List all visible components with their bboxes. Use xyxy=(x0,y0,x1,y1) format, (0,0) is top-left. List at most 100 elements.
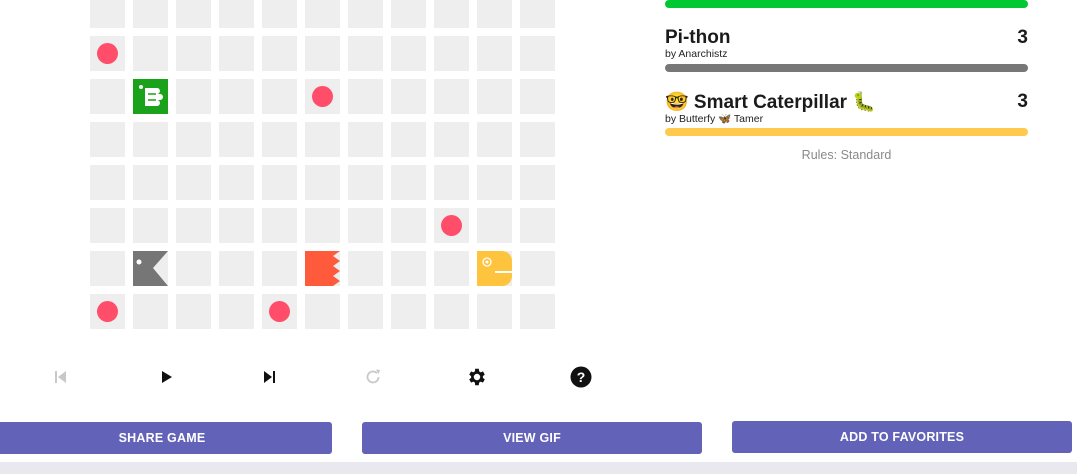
board-cell xyxy=(176,208,211,243)
board-cell xyxy=(219,251,254,286)
board-cell xyxy=(520,251,555,286)
board-cell xyxy=(176,251,211,286)
board-cell xyxy=(176,294,211,329)
board-cell xyxy=(219,165,254,200)
board-cell xyxy=(520,294,555,329)
board-cell xyxy=(520,208,555,243)
board-cell xyxy=(434,36,469,71)
board-cell xyxy=(520,165,555,200)
board-cell xyxy=(219,294,254,329)
skip-to-first-icon[interactable] xyxy=(44,360,78,394)
rules-label: Rules: Standard xyxy=(801,148,892,162)
food-pellet xyxy=(312,86,333,107)
board-cell xyxy=(305,165,340,200)
board-cell xyxy=(90,0,125,28)
board-cell xyxy=(391,251,426,286)
board-cell xyxy=(477,0,512,28)
board-cell xyxy=(477,36,512,71)
help-icon[interactable]: ? xyxy=(564,360,598,394)
snake-length: 3 xyxy=(1017,91,1028,112)
snake-head-gray xyxy=(133,251,168,286)
board-cell xyxy=(434,294,469,329)
board-cell xyxy=(434,79,469,114)
board-cell xyxy=(133,208,168,243)
board-cell xyxy=(434,165,469,200)
snake-head-yellow xyxy=(477,251,512,286)
board-cell xyxy=(391,208,426,243)
board-cell xyxy=(90,251,125,286)
board-cell xyxy=(262,36,297,71)
food-pellet xyxy=(97,301,118,322)
board-cell xyxy=(305,122,340,157)
board-cell xyxy=(305,0,340,28)
board-cell xyxy=(477,294,512,329)
board-cell xyxy=(434,251,469,286)
snake-length: 3 xyxy=(1017,27,1028,48)
board-cell xyxy=(391,165,426,200)
board-cell xyxy=(176,122,211,157)
board-cell xyxy=(348,208,383,243)
reload-icon[interactable] xyxy=(356,360,390,394)
board-cell xyxy=(219,122,254,157)
board-cell xyxy=(391,294,426,329)
board-cell xyxy=(434,122,469,157)
board-cell xyxy=(477,122,512,157)
board-cell xyxy=(133,36,168,71)
board-cell xyxy=(520,122,555,157)
board-cell xyxy=(305,208,340,243)
board-cell xyxy=(133,0,168,28)
play-icon[interactable] xyxy=(149,360,183,394)
footer-strip xyxy=(0,462,1077,474)
snake-author: by Butterfy 🦋 Tamer xyxy=(665,113,764,125)
board-cell xyxy=(262,208,297,243)
board-cell xyxy=(477,165,512,200)
board-cell xyxy=(90,165,125,200)
board-cell xyxy=(348,251,383,286)
top-snake-health-bar xyxy=(665,0,1028,8)
snake-name: 🤓 Smart Caterpillar 🐛 xyxy=(665,92,876,113)
board-cell xyxy=(391,122,426,157)
board-cell xyxy=(219,208,254,243)
board-cell xyxy=(520,79,555,114)
food-pellet xyxy=(269,301,290,322)
board-cell xyxy=(305,36,340,71)
board-cell xyxy=(520,36,555,71)
board-cell xyxy=(391,0,426,28)
board-cell xyxy=(305,294,340,329)
food-pellet xyxy=(441,215,462,236)
board-cell xyxy=(219,0,254,28)
board-cell xyxy=(133,122,168,157)
board-cell xyxy=(348,36,383,71)
game-board xyxy=(90,0,555,329)
add-to-favorites-button[interactable]: ADD TO FAVORITES xyxy=(732,421,1072,453)
board-cell xyxy=(391,36,426,71)
board-cell xyxy=(348,165,383,200)
gear-icon[interactable] xyxy=(460,360,494,394)
board-cell xyxy=(219,36,254,71)
board-cell xyxy=(262,122,297,157)
board-cell xyxy=(434,0,469,28)
board-cell xyxy=(176,165,211,200)
share-game-button[interactable]: SHARE GAME xyxy=(0,422,332,454)
snake-health-bar xyxy=(665,64,1028,72)
snake-head-orange xyxy=(305,251,340,286)
board-cell xyxy=(90,208,125,243)
board-cell xyxy=(219,79,254,114)
board-cell xyxy=(348,122,383,157)
board-cell xyxy=(262,0,297,28)
playback-controls: ? xyxy=(0,360,640,394)
board-cell xyxy=(262,79,297,114)
snake-health-bar xyxy=(665,128,1028,136)
board-cell xyxy=(348,79,383,114)
board-cell xyxy=(133,165,168,200)
svg-text:?: ? xyxy=(577,369,586,385)
skip-to-next-icon[interactable] xyxy=(252,360,286,394)
board-cell xyxy=(262,251,297,286)
board-cell xyxy=(133,294,168,329)
view-gif-button[interactable]: VIEW GIF xyxy=(362,422,702,454)
snake-name: Pi-thon xyxy=(665,27,731,48)
board-cell xyxy=(348,0,383,28)
food-pellet xyxy=(97,43,118,64)
board-cell xyxy=(520,0,555,28)
snake-author: by Anarchistz xyxy=(665,48,728,60)
